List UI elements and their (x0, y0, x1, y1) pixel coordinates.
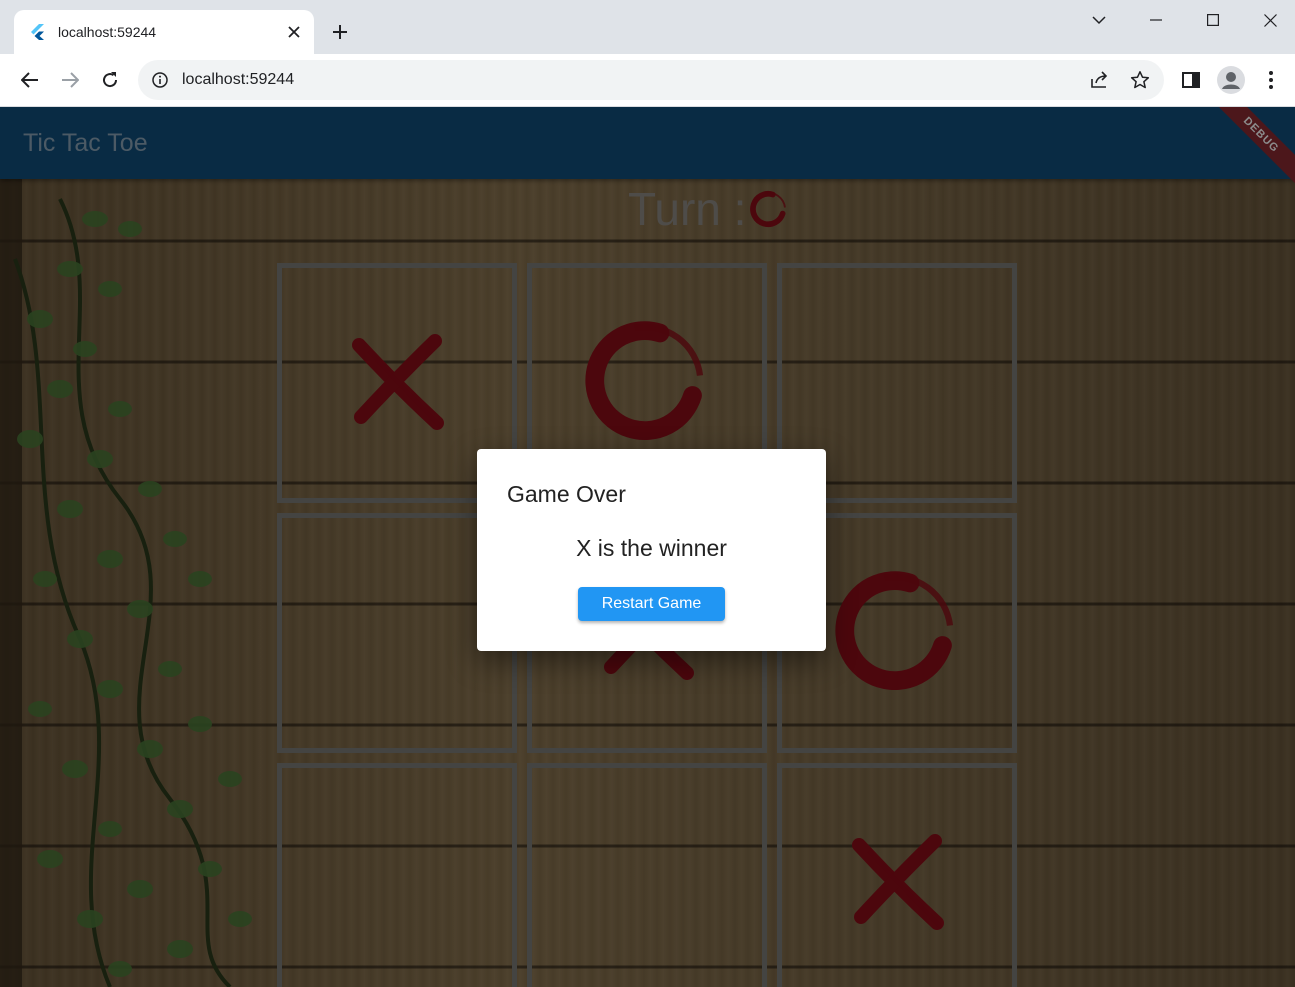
site-info-icon[interactable] (152, 71, 170, 89)
minimize-icon[interactable] (1142, 8, 1170, 32)
tab-strip: localhost:59244 (0, 0, 1295, 54)
reload-icon[interactable] (96, 66, 124, 94)
share-icon[interactable] (1084, 64, 1116, 96)
browser-tab[interactable]: localhost:59244 (14, 10, 314, 54)
winner-message: X is the winner (576, 535, 727, 561)
app-viewport: Tic Tac Toe DEBUG Turn : Game Over X is … (0, 107, 1295, 987)
url-text: localhost:59244 (182, 71, 295, 88)
restart-game-button[interactable]: Restart Game (578, 587, 725, 621)
forward-icon[interactable] (56, 66, 84, 94)
tab-search-icon[interactable] (1085, 8, 1113, 32)
flutter-icon (30, 24, 46, 40)
tab-close-icon[interactable] (280, 18, 308, 46)
back-icon[interactable] (16, 66, 44, 94)
dialog-title: Game Over (507, 481, 626, 507)
browser-toolbar: localhost:59244 (0, 54, 1295, 107)
window-close-icon[interactable] (1256, 8, 1284, 32)
profile-avatar-icon[interactable] (1217, 66, 1245, 94)
new-tab-icon[interactable] (326, 18, 354, 46)
tab-title: localhost:59244 (58, 24, 157, 40)
bookmark-star-icon[interactable] (1124, 64, 1156, 96)
maximize-icon[interactable] (1199, 8, 1227, 32)
game-over-dialog: Game Over X is the winner Restart Game (477, 449, 826, 651)
address-bar[interactable]: localhost:59244 (138, 60, 1164, 100)
menu-kebab-icon[interactable] (1257, 66, 1285, 94)
side-panel-icon[interactable] (1177, 66, 1205, 94)
